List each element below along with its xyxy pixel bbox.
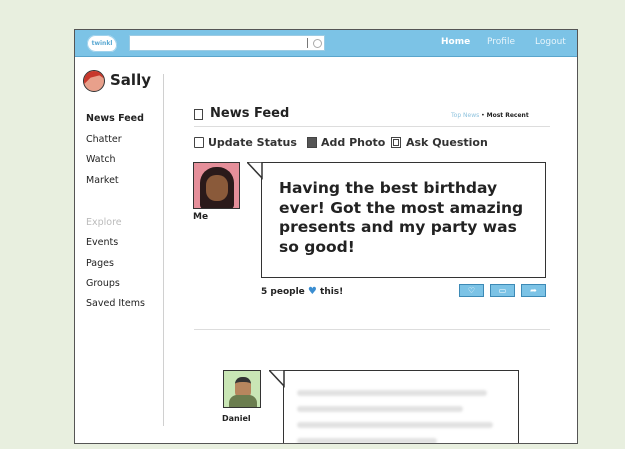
search-input[interactable] xyxy=(129,35,325,51)
sidebar-item-pages[interactable]: Pages xyxy=(86,258,114,269)
avatar-daniel[interactable] xyxy=(223,370,261,408)
share-icon: ➦ xyxy=(530,286,537,295)
sort-top-news-link[interactable]: Top News xyxy=(451,112,479,119)
add-photo-button[interactable]: Add Photo xyxy=(321,136,385,149)
like-button[interactable]: ♡ xyxy=(459,284,484,297)
search-divider xyxy=(307,38,308,48)
ask-question-button[interactable]: Ask Question xyxy=(406,136,488,149)
app-window: twinkl Home Profile Logout Sally News Fe… xyxy=(74,29,578,444)
sidebar-divider xyxy=(163,74,164,426)
sidebar-item-news-feed[interactable]: News Feed xyxy=(86,113,144,124)
nav-home-link[interactable]: Home xyxy=(441,37,470,47)
sidebar-explore-heading: Explore xyxy=(86,217,122,228)
ask-question-icon[interactable] xyxy=(391,137,401,148)
sidebar-item-groups[interactable]: Groups xyxy=(86,278,120,289)
blurred-text-line xyxy=(297,390,487,396)
likes-count: 5 people ♥ this! xyxy=(261,286,343,297)
avatar-me-face xyxy=(206,175,228,201)
avatar-hair xyxy=(84,71,104,85)
heart-icon: ♥ xyxy=(307,286,317,297)
sidebar-item-saved-items[interactable]: Saved Items xyxy=(86,298,145,309)
feed-sort-toggle: Top News • Most Recent xyxy=(451,112,529,119)
post-text: Having the best birthday ever! Got the m… xyxy=(279,179,524,256)
profile-name[interactable]: Sally xyxy=(110,71,151,89)
sort-most-recent-link[interactable]: Most Recent xyxy=(487,112,529,119)
update-status-icon[interactable] xyxy=(194,137,204,148)
blurred-text-line xyxy=(297,422,493,428)
sidebar-item-market[interactable]: Market xyxy=(86,175,119,186)
avatar-daniel-body xyxy=(229,395,257,407)
page-title: News Feed xyxy=(210,106,290,121)
sort-separator: • xyxy=(479,112,487,119)
nav-profile-link[interactable]: Profile xyxy=(487,37,515,47)
blurred-text-line xyxy=(297,438,437,443)
blurred-text-line xyxy=(297,406,463,412)
top-bar: twinkl Home Profile Logout xyxy=(75,30,577,57)
sidebar-item-events[interactable]: Events xyxy=(86,237,118,248)
post-author[interactable]: Me xyxy=(193,212,208,222)
share-button[interactable]: ➦ xyxy=(521,284,546,297)
nav-logout-link[interactable]: Logout xyxy=(535,37,566,47)
like-icon: ♡ xyxy=(467,286,476,295)
avatar-me[interactable] xyxy=(193,162,240,209)
post2-author[interactable]: Daniel xyxy=(222,414,251,423)
header-divider xyxy=(194,126,550,127)
avatar[interactable] xyxy=(83,70,105,92)
news-feed-icon xyxy=(194,109,203,120)
comment-icon: ▭ xyxy=(498,286,507,295)
sidebar-item-chatter[interactable]: Chatter xyxy=(86,134,122,145)
sidebar-item-watch[interactable]: Watch xyxy=(86,154,116,165)
update-status-button[interactable]: Update Status xyxy=(208,136,297,149)
post-divider xyxy=(194,329,550,330)
add-photo-icon[interactable] xyxy=(307,137,317,148)
bubble-tail xyxy=(247,162,263,180)
logo[interactable]: twinkl xyxy=(87,35,117,52)
bubble2-tail xyxy=(269,370,285,388)
comment-button[interactable]: ▭ xyxy=(490,284,515,297)
search-icon[interactable] xyxy=(313,39,322,48)
likes-suffix: this! xyxy=(320,287,344,297)
likes-prefix: 5 people xyxy=(261,287,305,297)
